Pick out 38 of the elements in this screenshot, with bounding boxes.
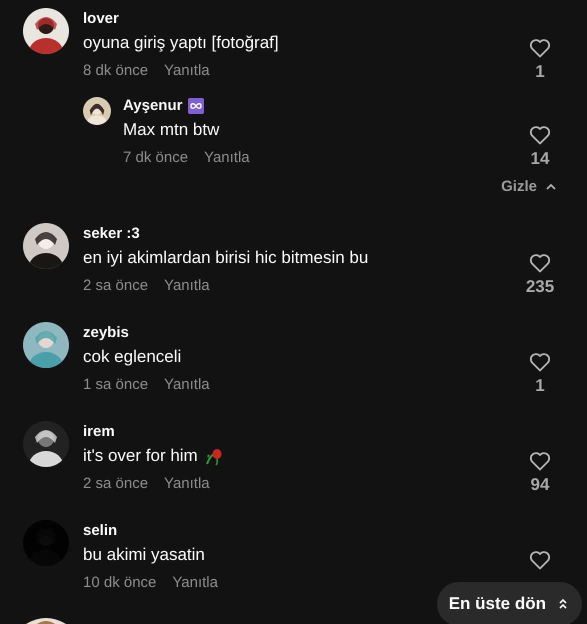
username[interactable]: seker :3 [83, 223, 520, 245]
heart-icon[interactable] [528, 251, 552, 275]
reply-link[interactable]: Yanıtla [164, 374, 210, 396]
comment-text: it's over for him [83, 445, 198, 467]
heart-icon[interactable] [528, 449, 552, 473]
like-count: 235 [526, 276, 554, 298]
comment-text: en iyi akimlardan birisi hic bitmesin bu [83, 247, 368, 269]
like-count: 94 [530, 474, 550, 496]
heart-icon[interactable] [528, 36, 552, 60]
like-count: 1 [535, 61, 545, 83]
comment-text: bu akimi yasatin [83, 544, 205, 566]
heart-icon[interactable] [528, 548, 552, 572]
heart-icon[interactable] [528, 123, 552, 147]
like-count: 14 [530, 148, 550, 170]
reply-link[interactable]: Yanıtla [164, 60, 210, 82]
username[interactable]: Ayşenur [123, 95, 182, 117]
username[interactable]: lover [83, 8, 520, 30]
back-to-top-button[interactable]: En üste dön [436, 582, 582, 624]
heart-icon[interactable] [528, 350, 552, 374]
comment-time: 10 dk önce [83, 573, 156, 593]
username[interactable]: zeybis [83, 322, 520, 344]
reply-link[interactable]: Yanıtla [164, 473, 210, 495]
comment-text: Max mtn btw [123, 119, 220, 141]
comment-time: 2 sa önce [83, 276, 148, 296]
comment-time: 1 sa önce [83, 375, 148, 395]
hide-replies-button[interactable]: Gizle [501, 178, 557, 195]
username[interactable]: irem [83, 421, 520, 443]
comment-time: 8 dk önce [83, 61, 148, 81]
reply-link[interactable]: Yanıtla [204, 147, 250, 169]
comment-text: cok eglenceli [83, 346, 182, 368]
username[interactable]: selin [83, 520, 520, 542]
reply-link[interactable]: Yanıtla [172, 572, 218, 594]
comment-text: oyuna giriş yaptı [fotoğraf] [83, 32, 279, 54]
comment-time: 7 dk önce [123, 148, 188, 168]
double-chevron-up-icon [558, 598, 568, 610]
comment-time: 2 sa önce [83, 474, 148, 494]
reply-link[interactable]: Yanıtla [164, 275, 210, 297]
like-count: 1 [535, 375, 545, 397]
